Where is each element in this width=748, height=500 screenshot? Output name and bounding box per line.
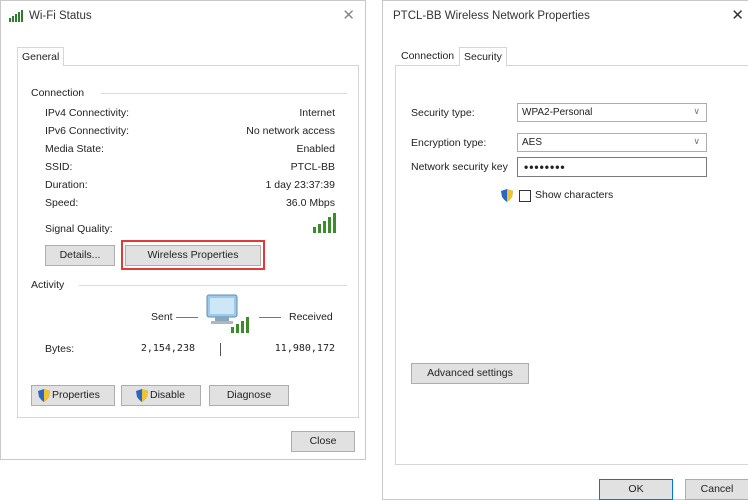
wifi-status-titlebar: Wi-Fi Status ✕ — [1, 1, 365, 31]
close-button[interactable]: Close — [291, 431, 355, 452]
tab-security[interactable]: Security — [459, 47, 507, 66]
diagnose-button[interactable]: Diagnose — [209, 385, 289, 406]
network-key-value: •••••••• — [524, 160, 566, 174]
activity-heading: Activity — [31, 279, 65, 291]
shield-icon — [136, 389, 148, 402]
window-title: PTCL-BB Wireless Network Properties — [393, 10, 590, 22]
shield-icon — [501, 189, 513, 202]
network-computer-icon — [201, 291, 255, 341]
ssid-value: PTCL-BB — [290, 161, 335, 173]
bytes-separator — [220, 343, 221, 356]
ipv4-label: IPv4 Connectivity: — [45, 107, 130, 119]
ipv6-value: No network access — [246, 125, 335, 137]
properties-label: Properties — [52, 389, 100, 401]
show-characters-label[interactable]: Show characters — [535, 189, 613, 201]
ipv6-label: IPv6 Connectivity: — [45, 125, 130, 137]
duration-label: Duration: — [45, 179, 88, 191]
received-label: Received — [289, 311, 333, 323]
ipv4-value: Internet — [299, 107, 335, 119]
chevron-down-icon: ∨ — [693, 136, 700, 146]
sent-line — [176, 317, 198, 318]
signal-quality-label: Signal Quality: — [45, 223, 113, 235]
wifi-status-window: Wi-Fi Status ✕ General Connection IPv4 C… — [0, 0, 366, 460]
activity-divider — [79, 285, 347, 286]
sent-label: Sent — [151, 311, 173, 323]
tab-connection[interactable]: Connection — [397, 47, 458, 66]
security-type-label: Security type: — [411, 107, 475, 119]
cancel-button[interactable]: Cancel — [685, 479, 748, 500]
bytes-sent-value: 2,154,238 — [140, 343, 195, 354]
wifi-signal-icon — [9, 10, 25, 22]
tab-general[interactable]: General — [17, 47, 65, 66]
bytes-received-value: 11,980,172 — [274, 343, 335, 354]
details-button[interactable]: Details... — [45, 245, 115, 266]
encryption-type-value: AES — [522, 137, 543, 148]
connection-divider — [101, 93, 347, 94]
media-state-value: Enabled — [296, 143, 335, 155]
security-type-select[interactable]: WPA2-Personal ∨ — [517, 103, 707, 122]
network-key-input[interactable]: •••••••• — [517, 157, 707, 177]
close-icon[interactable]: ✕ — [342, 6, 355, 24]
disable-button[interactable]: Disable — [121, 385, 201, 406]
speed-label: Speed: — [45, 197, 79, 209]
network-properties-titlebar: PTCL-BB Wireless Network Properties ✕ — [383, 1, 748, 31]
wireless-properties-highlight — [121, 240, 265, 270]
encryption-type-label: Encryption type: — [411, 137, 487, 149]
advanced-settings-button[interactable]: Advanced settings — [411, 363, 529, 384]
speed-value: 36.0 Mbps — [285, 197, 335, 209]
show-characters-checkbox[interactable] — [519, 190, 531, 202]
close-icon[interactable]: ✕ — [731, 6, 744, 24]
ok-button[interactable]: OK — [599, 479, 673, 500]
received-line — [259, 317, 281, 318]
ssid-label: SSID: — [45, 161, 73, 173]
shield-icon — [38, 389, 50, 402]
properties-button[interactable]: Properties — [31, 385, 115, 406]
security-panel — [395, 65, 748, 465]
signal-strength-icon — [313, 213, 339, 233]
encryption-type-select[interactable]: AES ∨ — [517, 133, 707, 152]
chevron-down-icon: ∨ — [693, 106, 700, 116]
disable-label: Disable — [150, 389, 186, 401]
security-type-value: WPA2-Personal — [522, 107, 593, 118]
connection-heading: Connection — [31, 87, 85, 99]
network-key-label: Network security key — [411, 161, 508, 173]
media-state-label: Media State: — [45, 143, 104, 155]
network-properties-window: PTCL-BB Wireless Network Properties ✕ Co… — [382, 0, 748, 500]
duration-value: 1 day 23:37:39 — [265, 179, 335, 191]
window-title: Wi-Fi Status — [29, 10, 92, 22]
bytes-label: Bytes: — [45, 343, 75, 355]
